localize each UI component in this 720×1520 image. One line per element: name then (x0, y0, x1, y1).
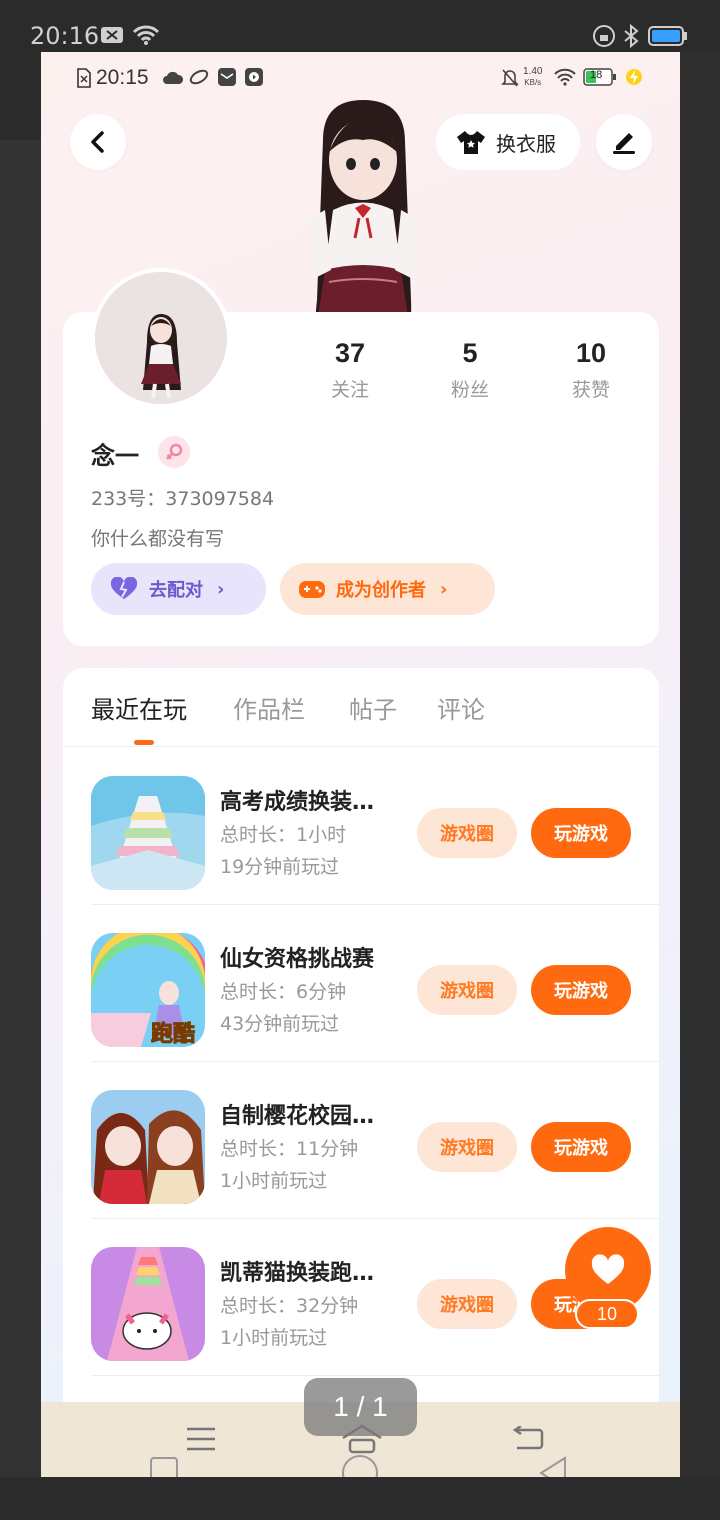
game-thumbnail[interactable] (91, 776, 205, 890)
sim-card-icon (76, 68, 92, 92)
battery-level: 18 (590, 69, 603, 81)
chevron-right-icon: › (217, 578, 225, 600)
game-row[interactable]: 跑酷 仙女资格挑战赛 总时长：6分钟 43分钟前玩过 游戏圈 玩游戏 (63, 905, 659, 1062)
tab-recently-played[interactable]: 最近在玩 (91, 690, 187, 725)
user-bio: 你什么都没有写 (91, 528, 225, 550)
background-app-edge (680, 52, 720, 1477)
inner-clock: 20:15 (96, 66, 149, 89)
bluetooth-icon (622, 23, 640, 52)
mute-icon (501, 68, 519, 92)
background-app (0, 140, 41, 1520)
back-nav-icon[interactable] (511, 1424, 545, 1456)
play-icon (244, 67, 264, 91)
user-id: 233号：373097584 (91, 488, 275, 510)
match-label: 去配对 (149, 580, 203, 601)
game-thumbnail[interactable] (91, 1090, 205, 1204)
game-title: 凯蒂猫换装跑… (220, 1261, 375, 1286)
cloud-icon (163, 68, 184, 90)
tab-comments[interactable]: 评论 (437, 690, 485, 725)
charging-icon (625, 67, 643, 91)
game-thumb-badge: 跑酷 (151, 1022, 195, 1047)
tab-indicator (134, 740, 154, 745)
divider (91, 1375, 659, 1376)
chevron-left-icon (91, 131, 104, 153)
menu-icon[interactable] (185, 1426, 217, 1456)
game-title: 仙女资格挑战赛 (220, 947, 375, 972)
stat-following[interactable]: 37 关注 (310, 338, 390, 402)
gamepad-icon (299, 581, 325, 598)
leaf-icon (189, 68, 209, 90)
game-circle-button[interactable]: 游戏圈 (417, 965, 517, 1015)
divider (63, 746, 659, 747)
game-duration: 总时长：32分钟 (220, 1295, 359, 1317)
change-outfit-label: 换衣服 (496, 131, 556, 156)
stat-fans-value: 5 (462, 338, 478, 368)
stat-likes-value: 10 (575, 338, 607, 368)
game-circle-button[interactable]: 游戏圈 (417, 808, 517, 858)
battery-small-icon: 18 (583, 68, 617, 90)
heart-icon (110, 577, 138, 599)
edit-profile-button[interactable] (596, 114, 652, 170)
stat-likes-label: 获赞 (571, 379, 610, 401)
stat-following-label: 关注 (330, 379, 369, 401)
game-last-played: 1小时前玩过 (220, 1327, 328, 1349)
app-screen: 20:15 1.40 KB/s 18 换衣服 37 关注 5 粉丝 10 获赞 … (41, 52, 680, 1477)
page-indicator: 1 / 1 (304, 1378, 417, 1436)
wifi-icon (132, 24, 160, 50)
stat-likes[interactable]: 10 获赞 (551, 338, 631, 402)
like-count-badge: 10 (575, 1299, 639, 1329)
game-last-played: 19分钟前玩过 (220, 856, 340, 878)
game-last-played: 43分钟前玩过 (220, 1013, 340, 1035)
game-row[interactable]: 凯蒂猫换装跑… 总时长：32分钟 1小时前玩过 游戏圈 玩游戏 (63, 1219, 659, 1376)
home-circle-icon[interactable] (341, 1454, 379, 1477)
stat-fans-label: 粉丝 (450, 379, 489, 401)
battery-icon (648, 26, 688, 50)
tab-posts[interactable]: 帖子 (349, 690, 397, 725)
edit-pen-icon (613, 133, 635, 154)
game-thumbnail[interactable]: 跑酷 (91, 933, 205, 1047)
mail-icon (217, 67, 237, 91)
become-creator-button[interactable]: 成为创作者 › (280, 563, 495, 615)
stat-fans[interactable]: 5 粉丝 (430, 338, 510, 402)
net-speed: 1.40 KB/s (523, 66, 542, 88)
back-button[interactable] (70, 114, 126, 170)
play-game-button[interactable]: 玩游戏 (531, 1122, 631, 1172)
chevron-right-icon: › (440, 578, 448, 600)
game-circle-button[interactable]: 游戏圈 (417, 1279, 517, 1329)
game-row[interactable]: 自制樱花校园… 总时长：11分钟 1小时前玩过 游戏圈 玩游戏 (63, 1062, 659, 1219)
inner-status-bar: 20:15 1.40 KB/s 18 (41, 52, 680, 104)
match-button[interactable]: 去配对 › (91, 563, 266, 615)
net-speed-value: 1.40 (523, 66, 543, 77)
stat-following-value: 37 (334, 338, 366, 368)
back-triangle-icon[interactable] (537, 1456, 569, 1477)
game-thumbnail[interactable] (91, 1247, 205, 1361)
outer-status-bar: 20:16 (0, 0, 720, 52)
game-row[interactable]: 高考成绩换装… 总时长：1小时 19分钟前玩过 游戏圈 玩游戏 (63, 748, 659, 905)
net-speed-unit: KB/s (524, 78, 542, 87)
game-circle-button[interactable]: 游戏圈 (417, 1122, 517, 1172)
heart-icon (591, 1254, 625, 1284)
game-title: 自制樱花校园… (220, 1104, 375, 1129)
sim-icon (100, 26, 124, 48)
game-last-played: 1小时前玩过 (220, 1170, 328, 1192)
game-title: 高考成绩换装… (220, 790, 375, 815)
change-outfit-button[interactable]: 换衣服 (436, 114, 580, 170)
female-gender-icon (158, 436, 190, 468)
tshirt-icon (457, 131, 485, 154)
game-duration: 总时长：1小时 (220, 824, 347, 846)
user-name: 念一 (91, 442, 139, 470)
background-app-bottom (0, 1477, 720, 1520)
avatar[interactable] (91, 268, 231, 408)
become-creator-label: 成为创作者 (336, 580, 426, 601)
tab-works[interactable]: 作品栏 (233, 690, 305, 725)
game-duration: 总时长：6分钟 (220, 981, 347, 1003)
outer-clock: 20:16 (30, 22, 100, 50)
play-game-button[interactable]: 玩游戏 (531, 808, 631, 858)
play-game-button[interactable]: 玩游戏 (531, 965, 631, 1015)
game-duration: 总时长：11分钟 (220, 1138, 359, 1160)
lock-rotation-icon (592, 24, 616, 52)
recents-icon[interactable] (149, 1456, 179, 1477)
wifi-small-icon (554, 68, 576, 90)
